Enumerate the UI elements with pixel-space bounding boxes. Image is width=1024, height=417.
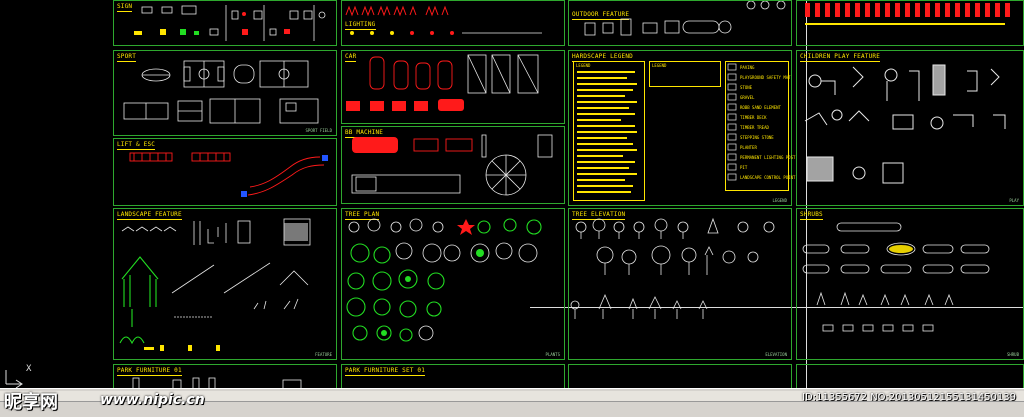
legend-left-rows bbox=[577, 71, 637, 193]
panel-bottom-col4[interactable] bbox=[796, 364, 1024, 388]
tree-plan-symbols bbox=[346, 218, 542, 342]
panel-people[interactable] bbox=[796, 0, 1024, 46]
panel-car[interactable]: CAR bbox=[341, 50, 565, 124]
car-symbols bbox=[346, 54, 539, 111]
panel-lift[interactable]: LIFT & ESC bbox=[113, 138, 337, 206]
panel-outdoor[interactable]: OUTDOOR FEATURE bbox=[568, 0, 792, 46]
panel-park-furniture-2[interactable]: PARK FURNITURE SET 01 bbox=[341, 364, 565, 388]
lighting-symbols bbox=[345, 5, 542, 35]
tree-elevation-symbols bbox=[570, 217, 775, 319]
panel-tree-elevation[interactable]: TREE ELEVATION ELEVATION bbox=[568, 208, 792, 360]
panel-footer: LEGEND bbox=[772, 198, 787, 203]
panel-landscape[interactable]: LANDSCAPE FEATURE FEATURE bbox=[113, 208, 337, 360]
people-symbols bbox=[805, 3, 1010, 25]
cad-model-space[interactable]: SIGN SPORT SPORT FIELD LIFT & ESC LANDSC… bbox=[0, 0, 1024, 388]
sport-field-symbols bbox=[123, 60, 319, 124]
children-play-symbols bbox=[804, 64, 1006, 184]
watermark-id: ID:11355672 NO:20130512155131450139 bbox=[802, 392, 1016, 403]
legend-mid-title: LEGEND bbox=[652, 63, 667, 68]
axis-x-label: X bbox=[26, 364, 32, 374]
panel-sign[interactable]: SIGN bbox=[113, 0, 337, 46]
panel-sport[interactable]: SPORT SPORT FIELD bbox=[113, 50, 337, 136]
panel-tree-plan[interactable]: TREE PLAN PLANTS bbox=[341, 208, 565, 360]
panel-machine[interactable]: BB MACHINE bbox=[341, 126, 565, 204]
landscape-feature-symbols bbox=[119, 218, 311, 351]
legend-right-swatches bbox=[727, 63, 737, 181]
ucs-axis-icon bbox=[5, 370, 23, 388]
sign-symbols bbox=[134, 5, 326, 41]
machine-symbols bbox=[351, 134, 553, 196]
panel-title: PARK FURNITURE SET 01 bbox=[345, 367, 426, 376]
panel-lighting[interactable]: LIGHTING bbox=[341, 0, 565, 46]
legend-mid-box: LEGEND bbox=[649, 61, 721, 87]
panel-shrubs[interactable]: SHRUBS SHRUB bbox=[796, 208, 1024, 360]
shrub-symbols bbox=[802, 222, 990, 332]
panel-children-play[interactable]: CHILDREN PLAY FEATURE PLAY bbox=[796, 50, 1024, 206]
escalator-symbols bbox=[129, 152, 328, 197]
panel-title: HARDSCAPE LEGEND bbox=[572, 53, 633, 62]
watermark-site-name: 昵享网 bbox=[4, 392, 58, 413]
panel-hardscape[interactable]: HARDSCAPE LEGEND LEGEND LEGEND LEGEND PA… bbox=[568, 50, 795, 206]
furniture-sketches bbox=[132, 377, 302, 388]
watermark-url: www.nipic.cn bbox=[100, 392, 205, 408]
outdoor-feature-symbols bbox=[584, 1, 786, 36]
panel-bottom-col3[interactable] bbox=[568, 364, 792, 388]
